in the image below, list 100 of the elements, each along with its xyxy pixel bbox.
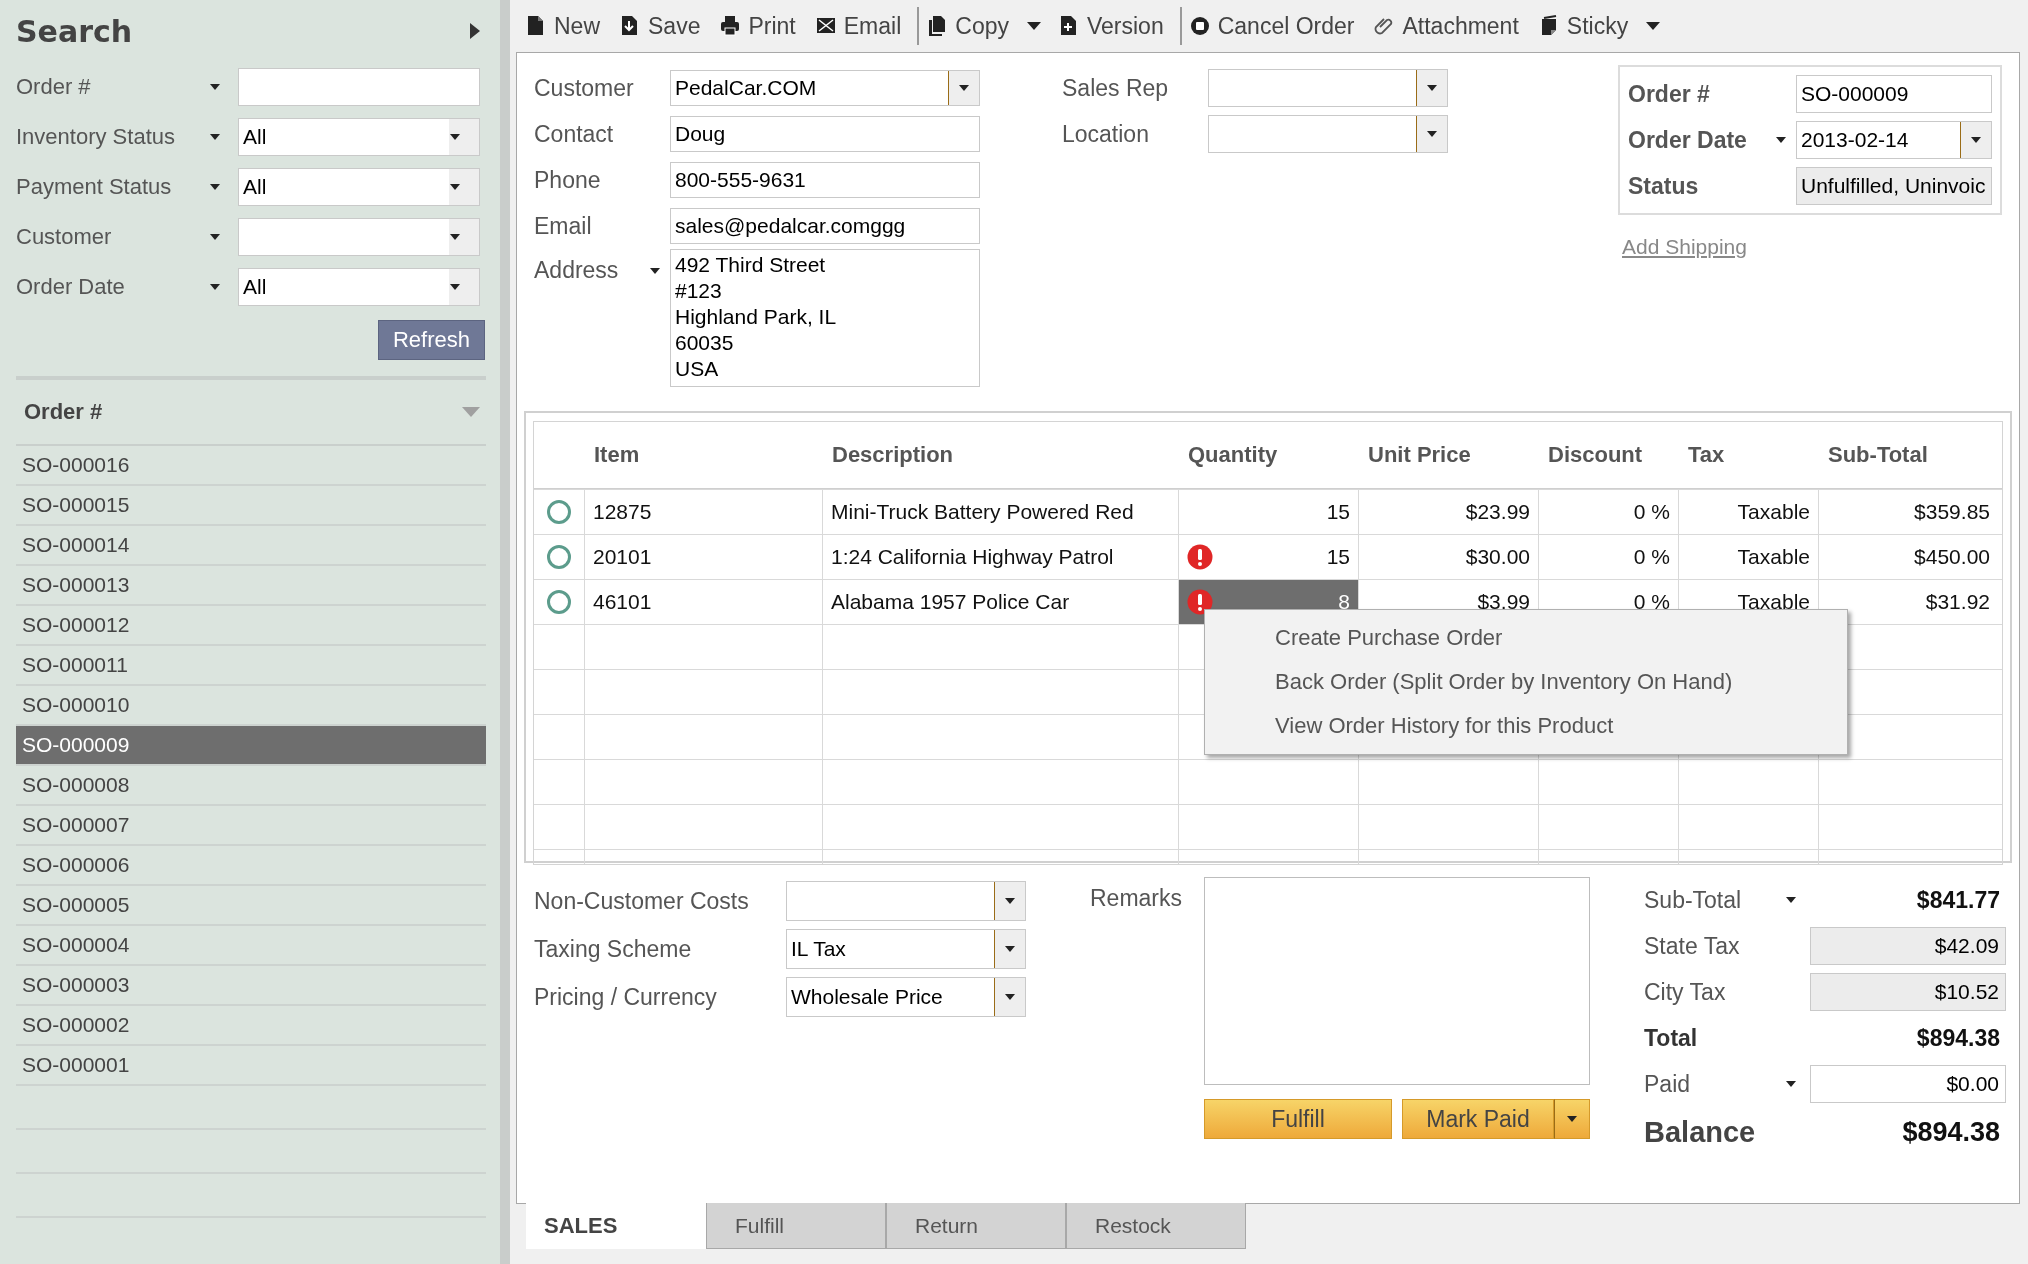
table-cell: 46101 [593, 590, 652, 614]
table-cell: $31.92 [1925, 590, 1990, 614]
filter-label: Order Date [16, 274, 126, 300]
caret-icon [450, 134, 460, 140]
column-header: Discount [1548, 442, 1643, 468]
caret-icon[interactable] [210, 84, 220, 90]
caret-icon [1427, 131, 1437, 137]
address-field[interactable]: 492 Third Street #123 Highland Park, IL 60035 USA [670, 249, 980, 387]
text-field[interactable]: sales@pedalcar.comggg [670, 208, 980, 244]
dropdown-field[interactable]: 2013-02-14 [1796, 121, 1992, 159]
total-label: Total [1644, 1024, 1698, 1052]
dropdown-field[interactable]: All [238, 168, 480, 206]
order-list-item[interactable]: SO-000005 [16, 886, 486, 926]
text-field[interactable] [238, 68, 480, 106]
table-cell: 0 % [1633, 590, 1670, 614]
quantity-cell[interactable]: 15 [1178, 490, 1358, 534]
text-field[interactable]: Doug [670, 116, 980, 152]
tab[interactable]: Fulfill [706, 1203, 886, 1249]
caret-icon[interactable] [1786, 1081, 1796, 1087]
dropdown-field[interactable]: Wholesale Price [786, 977, 1026, 1017]
tab[interactable]: SALES [526, 1203, 706, 1249]
tab[interactable]: Restock [1066, 1203, 1246, 1249]
order-list-item[interactable]: SO-000015 [16, 486, 486, 526]
text-field[interactable]: SO-000009 [1796, 75, 1992, 113]
dropdown-field[interactable]: IL Tax [786, 929, 1026, 969]
total-label: City Tax [1644, 978, 1726, 1006]
amount-field[interactable]: $0.00 [1810, 1065, 2006, 1103]
order-list-item[interactable]: SO-000011 [16, 646, 486, 686]
tab[interactable]: Return [886, 1203, 1066, 1249]
filter-label: Customer [16, 224, 113, 250]
column-header: Quantity [1188, 442, 1278, 468]
order-list-item[interactable]: SO-000004 [16, 926, 486, 966]
dropdown-field[interactable]: All [238, 268, 480, 306]
field-label: Order # [1628, 80, 1710, 108]
caret-icon[interactable] [210, 234, 220, 240]
dropdown-arrow-icon[interactable] [1026, 22, 1041, 30]
caret-icon [1005, 946, 1015, 952]
add-shipping-link[interactable]: Add Shipping [1622, 235, 1747, 259]
caret-icon[interactable] [1776, 137, 1786, 143]
table-cell: 1:24 California Highway Patrol [831, 545, 1114, 569]
toolbar-button[interactable]: Sticky [1536, 8, 1631, 44]
order-list-item[interactable]: SO-000008 [16, 766, 486, 806]
circle-icon[interactable] [546, 589, 572, 615]
field-label: Taxing Scheme [534, 935, 692, 963]
menu-item[interactable]: Back Order (Split Order by Inventory On Hand) [1205, 660, 1847, 704]
remarks-field[interactable] [1204, 877, 1590, 1085]
table-cell: $30.00 [1465, 545, 1530, 569]
order-list-item[interactable]: SO-000016 [16, 446, 486, 486]
panel-title: Search [16, 13, 133, 49]
dropdown-arrow-icon[interactable] [1646, 22, 1661, 30]
caret-icon[interactable] [210, 284, 220, 290]
balance-amount: $894.38 [1902, 1116, 2001, 1148]
readonly-field[interactable]: Unfulfilled, Uninvoic [1796, 167, 1992, 205]
table-cell: 0 % [1633, 545, 1670, 569]
table-cell: Mini-Truck Battery Powered Red [831, 500, 1134, 524]
stop-icon [1189, 15, 1210, 37]
circle-icon[interactable] [546, 499, 572, 525]
dropdown-field[interactable] [238, 218, 480, 256]
dropdown-field[interactable] [786, 881, 1026, 921]
order-list-item[interactable]: SO-000007 [16, 806, 486, 846]
dropdown-field[interactable]: PedalCar.COM [670, 70, 980, 106]
order-list-item[interactable]: SO-000009 [16, 726, 486, 766]
order-list-item[interactable]: SO-000001 [16, 1046, 486, 1086]
order-list-item[interactable]: SO-000012 [16, 606, 486, 646]
order-list-item[interactable]: SO-000002 [16, 1006, 486, 1046]
order-list-item[interactable]: SO-000013 [16, 566, 486, 606]
dropdown-button[interactable] [1554, 1099, 1590, 1139]
toolbar-button[interactable]: Copy [925, 8, 1011, 44]
total-label: Paid [1644, 1070, 1691, 1098]
toolbar-button[interactable]: Cancel Order [1187, 8, 1357, 44]
refresh-button[interactable]: Refresh [377, 320, 485, 360]
order-list-item[interactable]: SO-000006 [16, 846, 486, 886]
toolbar-button[interactable]: New [524, 8, 602, 44]
toolbar-button[interactable]: Save [618, 8, 703, 44]
filter-label: Payment Status [16, 174, 173, 200]
order-list-item[interactable]: SO-000003 [16, 966, 486, 1006]
order-list-item[interactable]: SO-000014 [16, 526, 486, 566]
expand-arrow-icon[interactable] [470, 23, 480, 39]
caret-icon [450, 184, 460, 190]
caret-icon[interactable] [1786, 897, 1796, 903]
save-icon [620, 15, 640, 37]
document-icon [526, 15, 546, 37]
toolbar-button[interactable]: Attachment [1372, 8, 1521, 44]
fulfill-button[interactable]: Fulfill [1204, 1099, 1392, 1139]
warning-icon [1187, 589, 1213, 615]
mark-paid-button[interactable]: Mark Paid [1402, 1099, 1554, 1139]
toolbar-button[interactable]: Email [813, 8, 904, 44]
dropdown-field[interactable] [1208, 69, 1448, 107]
dropdown-field[interactable] [1208, 115, 1448, 153]
field-label: Status [1628, 172, 1699, 200]
caret-icon[interactable] [210, 134, 220, 140]
toolbar-button[interactable]: Print [718, 8, 798, 44]
toolbar-button[interactable]: Version [1056, 8, 1166, 44]
caret-icon[interactable] [210, 184, 220, 190]
circle-icon[interactable] [546, 544, 572, 570]
text-field[interactable]: 800-555-9631 [670, 162, 980, 198]
caret-icon[interactable] [650, 267, 660, 274]
menu-item[interactable]: View Order History for this Product [1205, 704, 1847, 748]
dropdown-field[interactable]: All [238, 118, 480, 156]
quantity-cell[interactable]: 15 [1178, 535, 1358, 579]
